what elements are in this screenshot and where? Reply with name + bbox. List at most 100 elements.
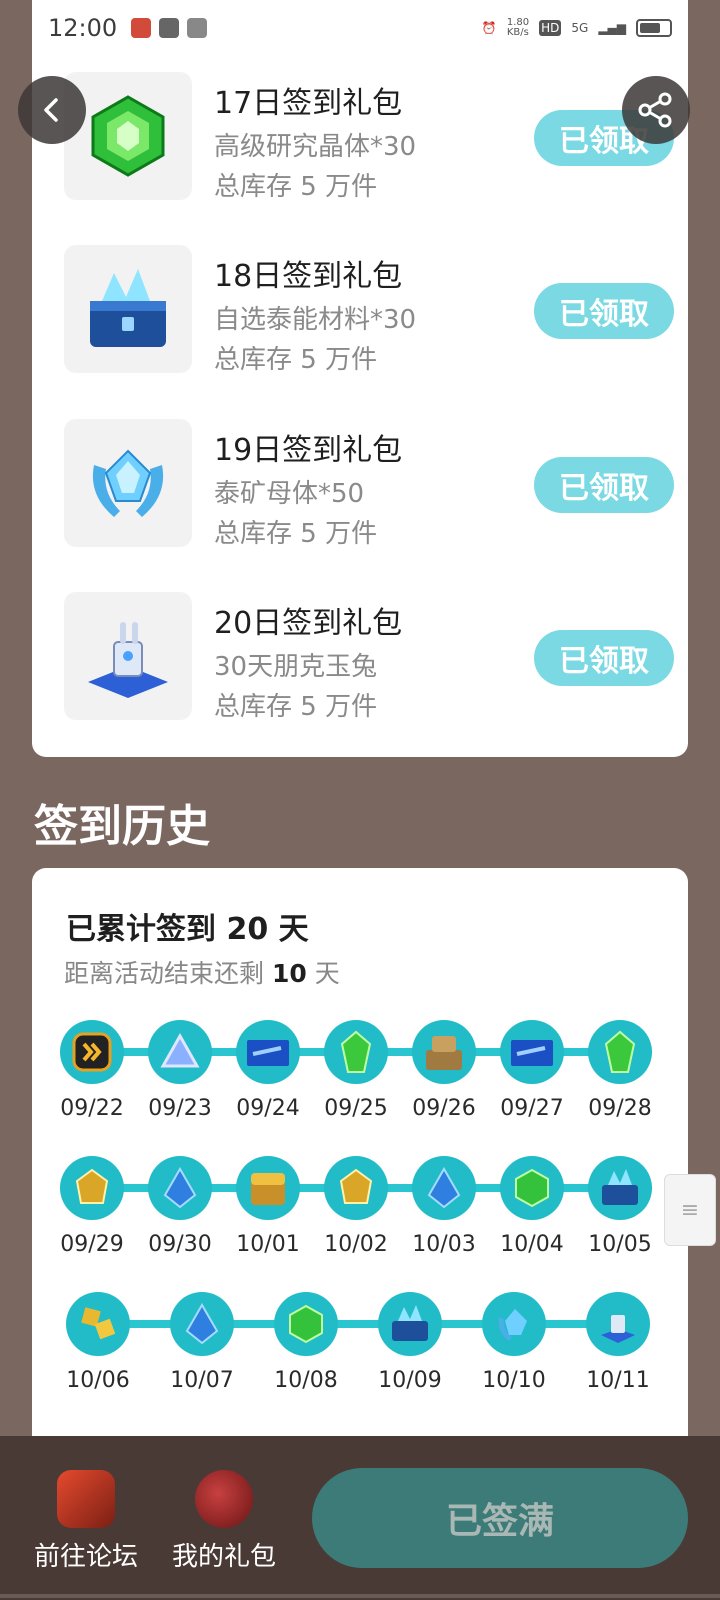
blue-weapon-icon [247,1040,289,1066]
mecha-rabbit-icon [601,1315,635,1343]
day-dot [236,1156,300,1220]
battery-icon [636,19,672,37]
date-label: 09/25 [324,1096,388,1121]
blue-ore-icon [92,449,164,517]
date-label: 09/28 [588,1096,652,1121]
green-crystal-icon [91,95,165,177]
claimed-button[interactable]: 已领取 [534,457,674,513]
share-button[interactable] [622,76,690,144]
forum-label: 前往论坛 [33,1542,138,1572]
share-icon [638,92,672,128]
gift-stock: 总库存 5 万件 [214,172,378,202]
remain-days: 10 [271,959,307,988]
blue-triangle-icon [160,1032,200,1068]
green-crystal-icon [340,1030,372,1073]
day-dot [588,1020,652,1084]
signal-icon: ▂▄▆ [598,21,626,35]
gift-title: 20日签到礼包 [214,606,403,641]
day-dot [412,1020,476,1084]
date-label: 10/02 [324,1232,388,1257]
date-label: 09/26 [412,1096,476,1121]
translate-notification-icon [187,18,208,38]
gold-emblem-icon [75,1168,109,1204]
date-label: 10/09 [378,1368,442,1393]
date-label: 10/05 [588,1232,652,1257]
date-label: 09/24 [236,1096,300,1121]
date-label: 09/23 [148,1096,212,1121]
days-remaining: 距离活动结束还剩 10 天 [64,954,340,990]
day-dot [500,1020,564,1084]
day-dot [60,1020,124,1084]
gift-title: 19日签到礼包 [214,433,403,468]
status-time: 12:00 [48,14,118,42]
day-dot [60,1156,124,1220]
day-dot [588,1156,652,1220]
total-signin-days: 已累计签到 20 天 [66,904,309,948]
remain-suffix: 天 [306,959,340,988]
history-row-3: 10/06 10/07 10/08 10/09 10/10 10/11 [32,1292,688,1402]
day-dot [412,1156,476,1220]
bottom-bar: 前往论坛 我的礼包 已签满 [0,1436,720,1600]
day-dot [236,1020,300,1084]
home-indicator [0,1594,720,1598]
date-label: 10/06 [66,1368,130,1393]
green-crystal-icon [289,1304,323,1344]
day-dot [378,1292,442,1356]
my-gifts-nav-button[interactable]: 我的礼包 [164,1470,284,1573]
total-suffix: 天 [268,912,309,947]
gift-desc: 泰矿母体*50 [214,479,365,509]
crystal-chest-icon [90,269,166,347]
blue-weapon-icon [511,1040,553,1066]
crystal-chest-icon [602,1169,638,1205]
day-dot [482,1292,546,1356]
gift-thumb [64,72,192,200]
day-dot [586,1292,650,1356]
day-dot [148,1156,212,1220]
remain-prefix: 距离活动结束还剩 [64,959,272,988]
date-label: 09/27 [500,1096,564,1121]
date-label: 10/11 [586,1368,650,1393]
treasure-pile-icon [426,1036,462,1070]
date-label: 10/04 [500,1232,564,1257]
day-dot [274,1292,338,1356]
scroll-handle[interactable]: ≡ [664,1174,716,1246]
day-dot [148,1020,212,1084]
mecha-rabbit-icon [88,622,168,698]
arrow-badge-icon [72,1032,112,1072]
back-button[interactable] [18,76,86,144]
blue-shard-icon [163,1167,197,1209]
scroll-grip-icon: ≡ [680,1197,700,1223]
total-days: 20 [226,912,269,947]
signed-full-button[interactable]: 已签满 [312,1468,688,1568]
claimed-button[interactable]: 已领取 [534,630,674,686]
claimed-button[interactable]: 已领取 [534,283,674,339]
date-label: 09/22 [60,1096,124,1121]
section-title-history: 签到历史 [34,801,210,852]
alarm-icon: ⏰ [481,21,497,35]
game-app-icon [57,1470,115,1528]
date-label: 09/29 [60,1232,124,1257]
signin-history-card: 已累计签到 20 天 距离活动结束还剩 10 天 09/22 09/23 09/… [32,868,688,1468]
gift-row-17: 17日签到礼包 高级研究晶体*30 总库存 5 万件 已领取 [64,72,674,202]
hd-badge: HD [539,20,562,36]
date-label: 10/03 [412,1232,476,1257]
game-notification-icon [131,18,152,38]
net-speed: 1.80 KB/s [506,17,530,38]
forum-nav-button[interactable]: 前往论坛 [26,1470,146,1573]
gift-desc: 高级研究晶体*30 [214,132,417,162]
crystal-chest-icon [392,1305,428,1341]
gift-thumb [64,592,192,720]
notification-icons [131,18,208,38]
gift-list-card: 17日签到礼包 高级研究晶体*30 总库存 5 万件 已领取 18日签到礼包 自… [32,0,688,757]
status-bar: 12:00 ⏰ 1.80 KB/s HD 5G ▂▄▆ [0,0,720,56]
blue-shard-icon [427,1167,461,1209]
gold-emblem-icon [339,1168,373,1204]
history-row-2: 09/29 09/30 10/01 10/02 10/03 10/04 10/0… [32,1156,688,1266]
day-dot [500,1156,564,1220]
green-crystal-icon [515,1168,549,1208]
green-crystal-icon [604,1030,636,1073]
status-right: ⏰ 1.80 KB/s HD 5G ▂▄▆ [482,18,672,38]
gold-chest-icon [251,1173,285,1205]
total-prefix: 已累计签到 [66,912,227,947]
my-gifts-label: 我的礼包 [171,1542,276,1572]
